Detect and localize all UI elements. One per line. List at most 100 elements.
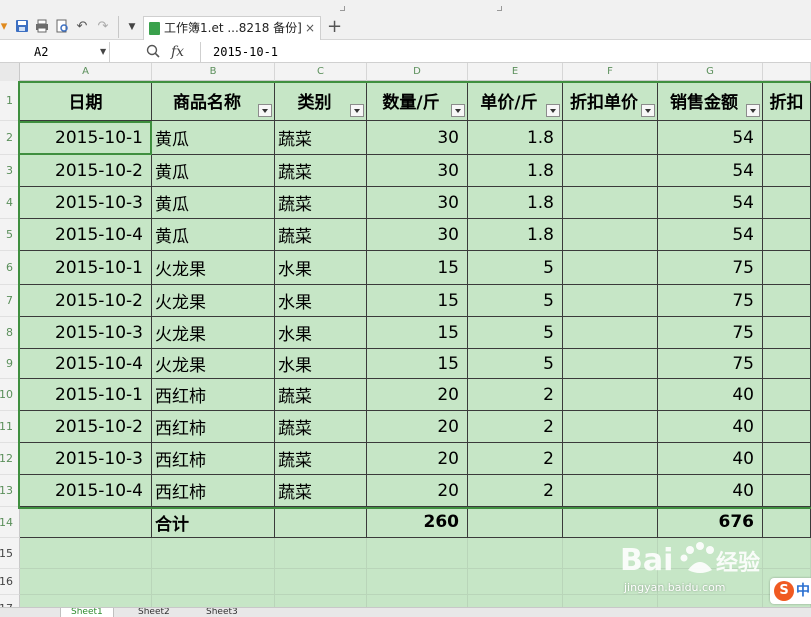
- empty-cell[interactable]: [20, 595, 152, 607]
- undo-icon[interactable]: ↶: [74, 19, 90, 35]
- empty-cell[interactable]: [275, 595, 367, 607]
- filter-dropdown-icon[interactable]: [258, 104, 272, 117]
- table-cell[interactable]: 黄瓜: [152, 219, 275, 251]
- total-row-cell[interactable]: [275, 507, 367, 538]
- name-box[interactable]: A2: [0, 42, 110, 62]
- row-header[interactable]: 2: [0, 121, 20, 155]
- table-cell[interactable]: 黄瓜: [152, 121, 275, 155]
- total-row-cell[interactable]: 676: [658, 507, 763, 538]
- table-cell[interactable]: 2: [468, 379, 563, 411]
- table-cell[interactable]: 2015-10-3: [20, 443, 152, 475]
- table-cell[interactable]: [563, 121, 658, 155]
- new-tab-button[interactable]: +: [327, 16, 342, 38]
- table-cell[interactable]: 20: [367, 475, 468, 507]
- close-tab-button[interactable]: ×: [305, 17, 315, 39]
- table-cell[interactable]: 黄瓜: [152, 155, 275, 187]
- table-cell[interactable]: 75: [658, 251, 763, 285]
- table-cell[interactable]: [763, 317, 811, 349]
- table-cell[interactable]: 15: [367, 317, 468, 349]
- table-cell[interactable]: 20: [367, 443, 468, 475]
- table-header-cell[interactable]: 日期: [20, 81, 152, 121]
- table-header-cell[interactable]: 数量/斤: [367, 81, 468, 121]
- empty-cell[interactable]: [658, 595, 763, 607]
- table-cell[interactable]: [763, 121, 811, 155]
- empty-cell[interactable]: [763, 538, 811, 569]
- sheet-tab-1[interactable]: Sheet1: [60, 608, 114, 617]
- table-cell[interactable]: 蔬菜: [275, 411, 367, 443]
- table-cell[interactable]: 蔬菜: [275, 475, 367, 507]
- row-header[interactable]: 10: [0, 379, 20, 411]
- table-cell[interactable]: [763, 443, 811, 475]
- table-cell[interactable]: 54: [658, 187, 763, 219]
- total-row-cell[interactable]: [763, 507, 811, 538]
- sogou-ime-badge[interactable]: S 中: [770, 578, 811, 604]
- table-cell[interactable]: [563, 349, 658, 379]
- table-cell[interactable]: 2015-10-1: [20, 379, 152, 411]
- total-row-cell[interactable]: 合计: [152, 507, 275, 538]
- table-cell[interactable]: [763, 251, 811, 285]
- table-cell[interactable]: 火龙果: [152, 251, 275, 285]
- table-cell[interactable]: [563, 379, 658, 411]
- table-cell[interactable]: 火龙果: [152, 285, 275, 317]
- total-row-cell[interactable]: [468, 507, 563, 538]
- table-cell[interactable]: 水果: [275, 251, 367, 285]
- select-all-corner[interactable]: [0, 63, 20, 81]
- table-cell[interactable]: [563, 443, 658, 475]
- table-cell[interactable]: 西红柿: [152, 475, 275, 507]
- zoom-icon[interactable]: [146, 44, 160, 62]
- table-cell[interactable]: 2015-10-2: [20, 411, 152, 443]
- group-expand-icon[interactable]: [497, 6, 502, 11]
- print-icon[interactable]: [34, 19, 50, 35]
- table-cell[interactable]: 1.8: [468, 155, 563, 187]
- filter-dropdown-icon[interactable]: [641, 104, 655, 117]
- row-header[interactable]: 9: [0, 349, 20, 379]
- table-cell[interactable]: 15: [367, 251, 468, 285]
- row-header[interactable]: 12: [0, 443, 20, 475]
- table-cell[interactable]: 火龙果: [152, 317, 275, 349]
- table-cell[interactable]: 5: [468, 317, 563, 349]
- column-header-f[interactable]: F: [563, 63, 658, 81]
- table-cell[interactable]: [763, 219, 811, 251]
- table-cell[interactable]: 蔬菜: [275, 219, 367, 251]
- total-row-cell[interactable]: 260: [367, 507, 468, 538]
- insert-function-icon[interactable]: fx: [171, 43, 184, 61]
- row-header[interactable]: 13: [0, 475, 20, 507]
- table-cell[interactable]: 水果: [275, 349, 367, 379]
- sheet-tab-3[interactable]: Sheet3: [196, 608, 248, 617]
- empty-cell[interactable]: [367, 569, 468, 595]
- table-cell[interactable]: 蔬菜: [275, 443, 367, 475]
- table-cell[interactable]: 2015-10-2: [20, 155, 152, 187]
- row-header[interactable]: 1: [0, 81, 20, 121]
- table-cell[interactable]: 火龙果: [152, 349, 275, 379]
- empty-cell[interactable]: [275, 569, 367, 595]
- table-cell[interactable]: 15: [367, 285, 468, 317]
- table-cell[interactable]: 40: [658, 379, 763, 411]
- table-cell[interactable]: 5: [468, 349, 563, 379]
- table-cell[interactable]: [563, 411, 658, 443]
- table-header-cell[interactable]: 折扣: [763, 81, 811, 121]
- row-header[interactable]: 8: [0, 317, 20, 349]
- table-cell[interactable]: [563, 251, 658, 285]
- row-header[interactable]: 11: [0, 411, 20, 443]
- table-header-cell[interactable]: 单价/斤: [468, 81, 563, 121]
- empty-cell[interactable]: [20, 569, 152, 595]
- table-cell[interactable]: 蔬菜: [275, 155, 367, 187]
- table-cell[interactable]: 蔬菜: [275, 379, 367, 411]
- row-header[interactable]: 17: [0, 595, 20, 607]
- table-cell[interactable]: 2015-10-4: [20, 475, 152, 507]
- table-cell[interactable]: 75: [658, 317, 763, 349]
- row-header[interactable]: 15: [0, 538, 20, 569]
- table-cell[interactable]: [763, 379, 811, 411]
- table-cell[interactable]: [763, 475, 811, 507]
- table-cell[interactable]: 40: [658, 443, 763, 475]
- table-cell[interactable]: 2015-10-3: [20, 317, 152, 349]
- table-cell[interactable]: [563, 285, 658, 317]
- row-header[interactable]: 7: [0, 285, 20, 317]
- table-cell[interactable]: 1.8: [468, 121, 563, 155]
- table-header-cell[interactable]: 销售金额: [658, 81, 763, 121]
- empty-cell[interactable]: [367, 538, 468, 569]
- table-header-cell[interactable]: 商品名称: [152, 81, 275, 121]
- table-cell[interactable]: 西红柿: [152, 379, 275, 411]
- table-cell[interactable]: 西红柿: [152, 411, 275, 443]
- row-header[interactable]: 4: [0, 187, 20, 219]
